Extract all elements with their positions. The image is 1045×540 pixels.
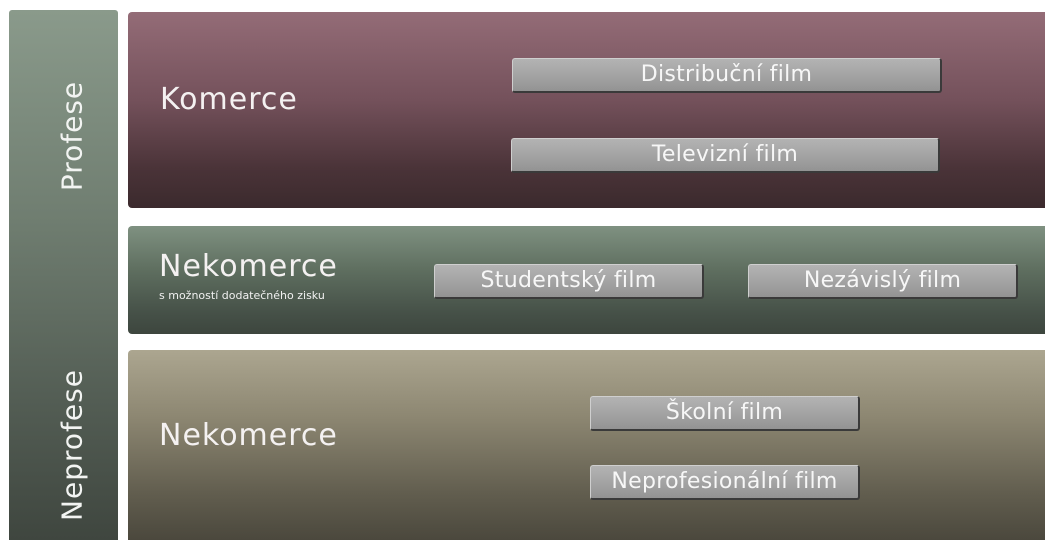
nekomerce-zisk-subtitle: s možností dodatečného zisku (159, 289, 325, 302)
neprofesionalni-film-box: Neprofesionální film (590, 465, 860, 500)
profession-axis-bar: Profese Neprofese (9, 10, 118, 540)
nekomerce-zisk-title: Nekomerce (159, 249, 338, 284)
profese-label: Profese (55, 80, 89, 192)
nekomerce-band: Nekomerce Školní film Neprofesionální fi… (128, 350, 1045, 540)
distribucni-film-box: Distribuční film (512, 58, 942, 93)
nekomerce-title: Nekomerce (159, 418, 338, 453)
nekomerce-zisk-band: Nekomerce s možností dodatečného zisku S… (128, 226, 1045, 334)
neprofese-label: Neprofese (55, 369, 89, 521)
skolni-film-box: Školní film (590, 396, 860, 431)
nezavisly-film-box: Nezávislý film (748, 264, 1018, 299)
televizni-film-box: Televizní film (511, 138, 940, 173)
komerce-band: Komerce Distribuční film Televizní film (128, 12, 1045, 208)
komerce-title: Komerce (160, 82, 298, 117)
studentsky-film-box: Studentský film (434, 264, 704, 299)
